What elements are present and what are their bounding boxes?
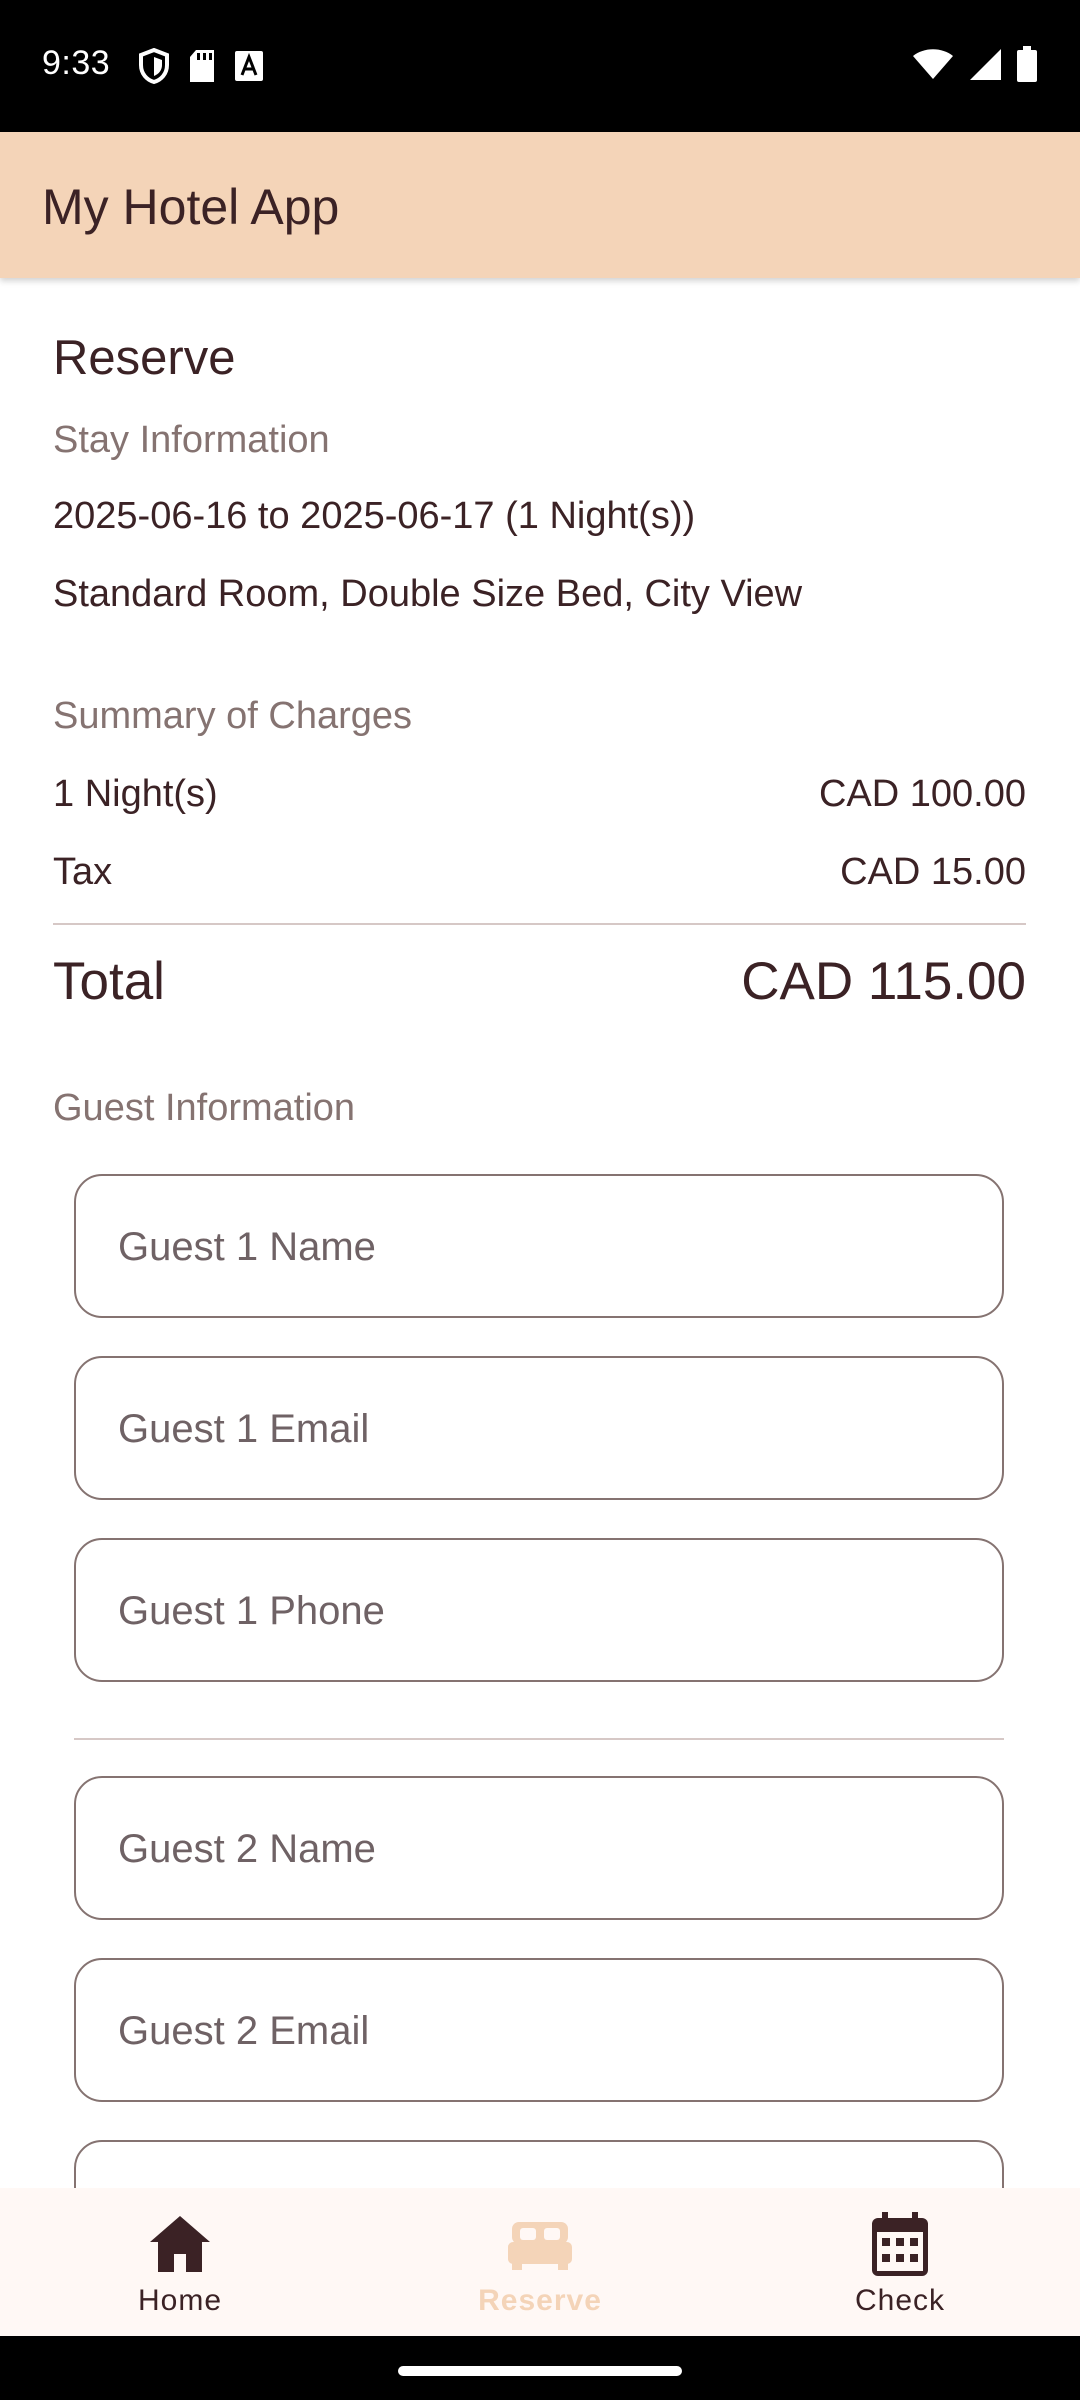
text-a-icon <box>235 51 263 81</box>
guest-1-name-field[interactable] <box>74 1174 1004 1318</box>
gesture-handle[interactable] <box>398 2366 682 2376</box>
nav-home[interactable]: Home <box>0 2188 360 2336</box>
guest-2-phone-field[interactable] <box>74 2140 1004 2188</box>
charge-amount: CAD 100.00 <box>818 773 1026 815</box>
guest-1-phone-field[interactable] <box>74 1538 1004 1682</box>
calendar-icon <box>872 2212 928 2276</box>
total-label: Total <box>53 952 165 1011</box>
cellular-signal-icon <box>970 49 1001 80</box>
guest-2-name-input[interactable] <box>116 1778 970 1920</box>
charges-divider <box>53 923 1026 925</box>
status-notification-icons <box>138 48 264 84</box>
guest-1-email-field[interactable] <box>74 1356 1004 1500</box>
charge-amount: CAD 15.00 <box>840 851 1026 893</box>
guest-divider <box>74 1738 1004 1740</box>
guest-2-email-input[interactable] <box>116 1960 970 2102</box>
nav-reserve-label: Reserve <box>478 2284 602 2317</box>
shield-icon <box>139 48 169 84</box>
stay-dates: 2025-06-16 to 2025-06-17 (1 Night(s)) <box>53 495 696 537</box>
total-row: Total CAD 115.00 <box>53 951 1026 1012</box>
summary-of-charges-label: Summary of Charges <box>53 695 413 737</box>
charge-row-tax: Tax CAD 15.00 <box>53 851 1026 894</box>
sd-card-icon <box>190 50 214 82</box>
guest-information-label: Guest Information <box>53 1087 356 1129</box>
wifi-icon <box>913 49 953 79</box>
status-bar: 9:33 <box>0 0 1080 132</box>
guest-2-name-field[interactable] <box>74 1776 1004 1920</box>
nav-home-label: Home <box>137 2284 223 2317</box>
battery-icon <box>1017 46 1037 82</box>
guest-2-email-field[interactable] <box>74 1958 1004 2102</box>
status-system-icons <box>912 46 1038 82</box>
room-description: Standard Room, Double Size Bed, City Vie… <box>53 573 803 615</box>
nav-check[interactable]: Check <box>720 2188 1080 2336</box>
nav-reserve[interactable]: Reserve <box>360 2188 720 2336</box>
stay-information-label: Stay Information <box>53 419 330 461</box>
home-icon <box>150 2216 210 2272</box>
page-title: Reserve <box>53 331 236 385</box>
bed-icon <box>508 2222 572 2270</box>
bottom-navigation: Home Reserve Check <box>0 2188 1080 2336</box>
charge-row-nights: 1 Night(s) CAD 100.00 <box>53 773 1026 816</box>
charge-label: 1 Night(s) <box>53 773 218 815</box>
status-time: 9:33 <box>42 44 111 82</box>
gesture-bar <box>0 2336 1080 2400</box>
reserve-content[interactable]: Reserve Stay Information 2025-06-16 to 2… <box>0 278 1080 2188</box>
app-title: My Hotel App <box>42 179 340 235</box>
total-amount: CAD 115.00 <box>741 952 1026 1011</box>
guest-1-email-input[interactable] <box>116 1358 970 1500</box>
guest-1-phone-input[interactable] <box>116 1540 970 1682</box>
nav-check-label: Check <box>854 2284 946 2317</box>
charge-label: Tax <box>53 851 113 893</box>
guest-1-name-input[interactable] <box>116 1176 970 1318</box>
app-bar: My Hotel App <box>0 132 1080 278</box>
